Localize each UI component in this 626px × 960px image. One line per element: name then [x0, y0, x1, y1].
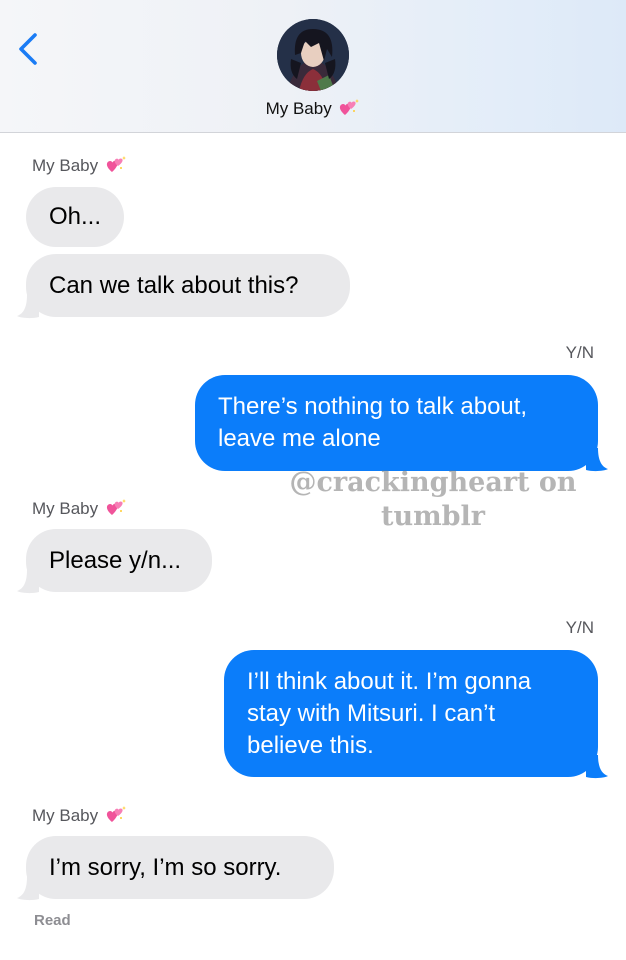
- conversation-header: My Baby: [0, 0, 626, 133]
- back-button[interactable]: [8, 28, 48, 72]
- avatar-image: [277, 19, 349, 91]
- contact-name-text: My Baby: [265, 99, 332, 118]
- message-line: There’s nothing to talk about,: [218, 393, 528, 420]
- message-line: leave me alone: [218, 425, 381, 452]
- message-line: believe this.: [247, 731, 374, 759]
- bubble-tail: [586, 755, 608, 779]
- watermark-line: tumblr: [380, 501, 486, 532]
- bubble-tail: [17, 570, 39, 594]
- chevron-left-icon: [19, 33, 37, 65]
- watermark: @crackingheart on tumblr: [278, 466, 588, 534]
- incoming-message-bubble[interactable]: I’m sorry, I’m so sorry.: [26, 836, 334, 899]
- watermark-line: @crackingheart on: [289, 467, 577, 498]
- sender-name: My Baby: [32, 806, 99, 825]
- me-label: Y/N: [565, 618, 594, 637]
- message-text: I’m sorry, I’m so sorry.: [49, 853, 282, 881]
- sender-label: My Baby: [32, 498, 127, 523]
- message-text: Can we talk about this?: [49, 271, 299, 299]
- message-text: Oh...: [49, 203, 102, 230]
- bubble-tail: [17, 295, 39, 319]
- sparkling-heart-icon: [105, 155, 127, 180]
- sparkling-heart-icon: [105, 805, 127, 830]
- outgoing-message-bubble[interactable]: There’s nothing to talk about, leave me …: [195, 375, 598, 471]
- contact-name[interactable]: My Baby: [0, 98, 626, 123]
- message-text: There’s nothing to talk about, leave me …: [218, 391, 527, 455]
- incoming-message-bubble[interactable]: Can we talk about this?: [26, 254, 350, 317]
- me-label: Y/N: [565, 343, 594, 362]
- bubble-tail: [586, 448, 608, 472]
- outgoing-message-bubble[interactable]: I’ll think about it. I’m gonna stay with…: [224, 650, 598, 777]
- read-receipt: Read: [34, 912, 71, 929]
- message-line: I’ll think about it. I’m gonna: [247, 667, 532, 695]
- message-text: Please y/n...: [49, 546, 182, 574]
- contact-avatar[interactable]: [277, 19, 349, 91]
- message-line: stay with Mitsuri. I can’t: [247, 699, 496, 727]
- bubble-tail: [17, 877, 39, 901]
- sparkling-heart-icon: [105, 498, 127, 523]
- sparkling-heart-icon: [338, 98, 360, 123]
- sender-name: My Baby: [32, 156, 99, 175]
- incoming-message-bubble[interactable]: Please y/n...: [26, 529, 212, 592]
- sender-name: My Baby: [32, 499, 99, 518]
- sender-label: My Baby: [32, 805, 127, 830]
- message-text: I’ll think about it. I’m gonna stay with…: [247, 666, 531, 762]
- sender-label: My Baby: [32, 155, 127, 180]
- incoming-message-bubble[interactable]: Oh...: [26, 187, 124, 247]
